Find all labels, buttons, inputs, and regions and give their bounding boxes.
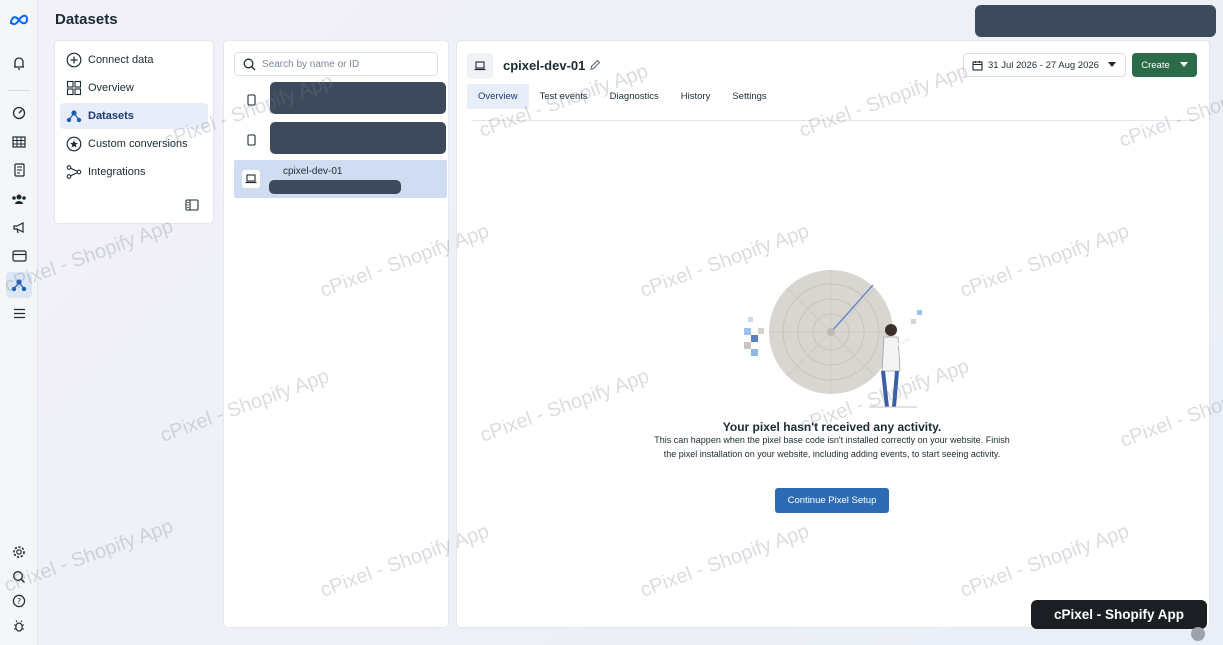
dataset-row-redacted-2[interactable]: [234, 121, 447, 159]
nav-item-label: Integrations: [88, 166, 146, 178]
plus-circle-icon: [66, 52, 82, 68]
global-nav-rail: ?: [0, 0, 38, 645]
tab-history[interactable]: History: [670, 84, 722, 109]
collapse-panel-icon[interactable]: [185, 198, 201, 214]
mobile-device-icon: [242, 91, 260, 109]
nav-item-custom-conversions[interactable]: Custom conversions: [60, 131, 208, 157]
page-title: Datasets: [55, 11, 118, 28]
dataset-name: cpixel-dev-01: [283, 166, 343, 177]
laptop-device-icon: [467, 53, 493, 79]
svg-text:?: ?: [17, 597, 21, 606]
mobile-device-icon: [242, 131, 260, 149]
calendar-icon: [972, 60, 983, 71]
create-button-label: Create: [1141, 59, 1170, 71]
bug-icon[interactable]: [9, 616, 29, 636]
date-range-label: 31 Jul 2026 - 27 Aug 2026: [988, 59, 1099, 71]
integration-icon: [66, 165, 82, 179]
dataset-row-redacted-1[interactable]: [234, 81, 447, 119]
nav-item-connect-data[interactable]: Connect data: [60, 47, 208, 73]
dataset-tabs: Overview Test events Diagnostics History…: [467, 84, 778, 109]
feedback-icon[interactable]: [1191, 627, 1205, 641]
search-icon[interactable]: [9, 567, 29, 587]
star-circle-icon: [66, 136, 82, 152]
search-input[interactable]: [262, 58, 432, 70]
tab-test-events[interactable]: Test events: [529, 84, 599, 109]
nav-item-label: Connect data: [88, 54, 154, 66]
empty-state-title: Your pixel hasn't received any activity.: [722, 420, 942, 434]
events-manager-icon[interactable]: [6, 272, 32, 298]
billing-card-icon[interactable]: [9, 246, 29, 266]
nav-item-overview[interactable]: Overview: [60, 75, 208, 101]
audience-icon[interactable]: [9, 189, 29, 209]
help-icon[interactable]: ?: [9, 591, 29, 611]
nav-item-integrations[interactable]: Integrations: [60, 159, 208, 185]
grid-icon: [66, 80, 82, 96]
app-watermark-badge: cPixel - Shopify App: [1031, 600, 1207, 629]
dataset-title: cpixel-dev-01: [503, 58, 586, 73]
dataset-detail-card: cpixel-dev-01 31 Jul 2026 - 27 Aug 2026 …: [457, 41, 1209, 627]
chevron-down-icon: [1179, 62, 1188, 67]
dataset-row-selected[interactable]: cpixel-dev-01: [234, 160, 447, 198]
gear-icon[interactable]: [9, 542, 29, 562]
laptop-device-icon: [242, 170, 260, 188]
nav-item-label: Datasets: [88, 110, 134, 122]
pencil-icon[interactable]: [589, 58, 603, 72]
radar-illustration: [744, 270, 922, 408]
date-range-picker[interactable]: 31 Jul 2026 - 27 Aug 2026: [963, 53, 1126, 77]
tab-diagnostics[interactable]: Diagnostics: [599, 84, 670, 109]
redacted-dataset-id: [269, 180, 401, 194]
nav-item-datasets[interactable]: Datasets: [60, 103, 208, 129]
empty-desc-line1: This can happen when the pixel base code…: [654, 435, 984, 445]
empty-state-description: This can happen when the pixel base code…: [647, 434, 1017, 461]
nav-item-label: Overview: [88, 82, 134, 94]
bell-icon[interactable]: [9, 53, 29, 73]
table-icon[interactable]: [9, 132, 29, 152]
tab-settings[interactable]: Settings: [721, 84, 777, 109]
datasets-nav-card: Connect data Overview Datasets Custom co…: [55, 41, 213, 223]
create-button[interactable]: Create: [1132, 53, 1197, 77]
nav-item-label: Custom conversions: [88, 138, 188, 150]
search-box: [234, 52, 438, 76]
pages-icon[interactable]: [9, 160, 29, 180]
search-icon: [243, 58, 256, 70]
redacted-account-selector[interactable]: [975, 5, 1216, 37]
dataset-list-card: cpixel-dev-01: [224, 41, 448, 627]
dataset-icon: [66, 110, 82, 123]
redacted-dataset-name: [270, 122, 446, 154]
menu-icon[interactable]: [9, 303, 29, 323]
meta-logo-icon[interactable]: [9, 10, 29, 30]
redacted-dataset-name: [270, 82, 446, 114]
megaphone-icon[interactable]: [9, 218, 29, 238]
tabs-divider: [471, 120, 1195, 121]
tab-overview[interactable]: Overview: [467, 84, 529, 109]
dashboard-icon[interactable]: [9, 103, 29, 123]
rail-divider: [8, 90, 30, 91]
continue-pixel-setup-button[interactable]: Continue Pixel Setup: [775, 488, 889, 513]
chevron-down-icon: [1107, 62, 1116, 67]
